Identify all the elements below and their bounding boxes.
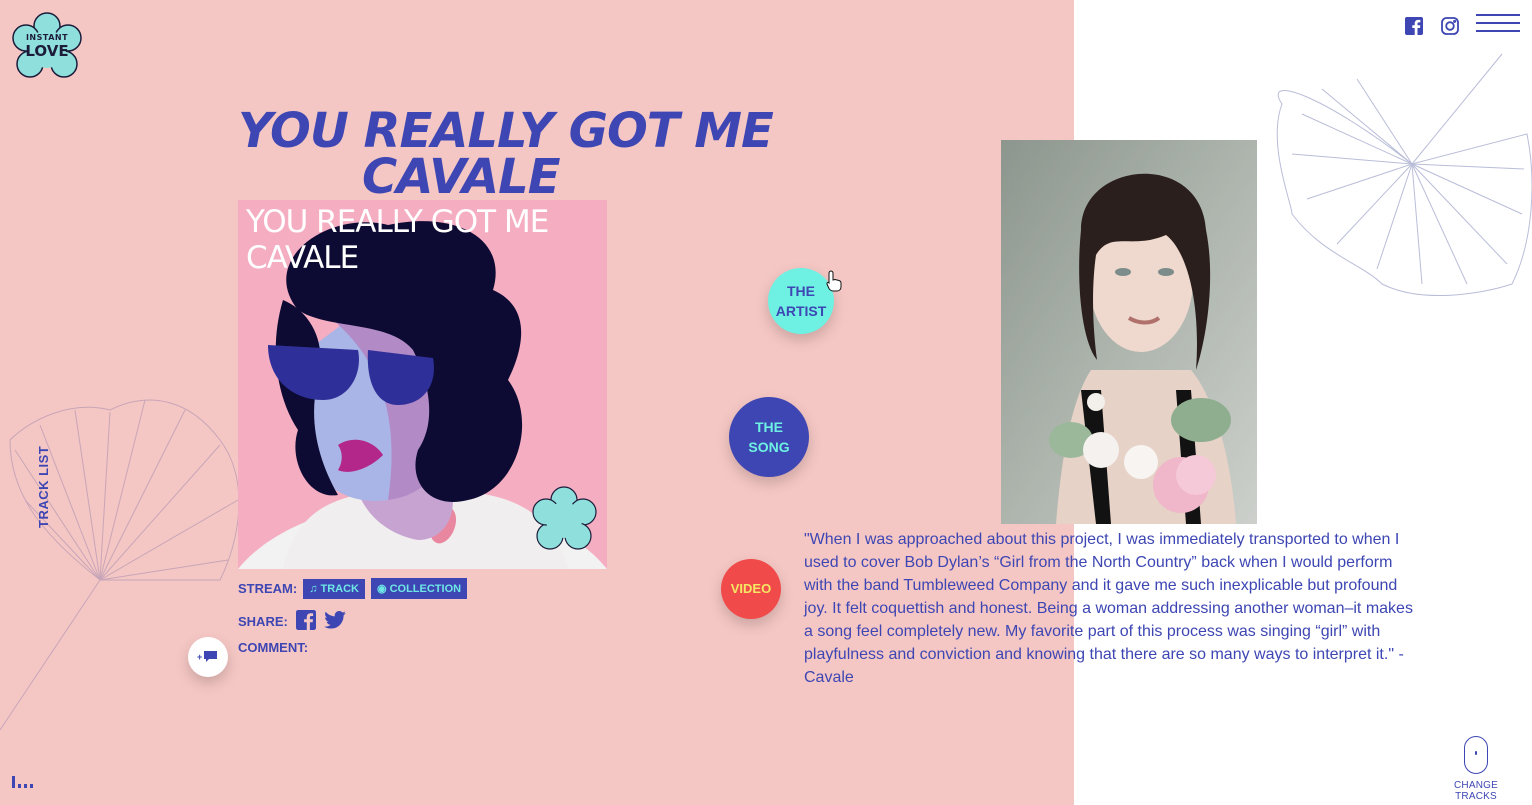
the-artist-line2: ARTIST <box>775 303 827 319</box>
sound-toggle-icon[interactable] <box>12 774 33 788</box>
ginkgo-leaf-icon <box>0 399 240 731</box>
hamburger-menu-icon[interactable] <box>1476 14 1520 36</box>
artist-photo-image <box>1001 140 1257 524</box>
album-cover: YOU REALLY GOT ME CAVALE <box>238 200 607 569</box>
the-song-button[interactable]: THE SONG <box>729 397 809 477</box>
the-artist-line1: THE <box>787 283 815 299</box>
change-tracks-label: CHANGE TRACKS <box>1454 780 1498 802</box>
video-button[interactable]: VIDEO <box>721 559 781 619</box>
comment-label: COMMENT: <box>238 640 309 655</box>
logo-bottom-text: LOVE <box>25 42 69 60</box>
instant-love-logo[interactable]: INSTANT LOVE <box>10 12 84 86</box>
artist-photo <box>1001 140 1257 524</box>
stream-label: STREAM: <box>238 581 298 596</box>
stream-collection-label: COLLECTION <box>389 582 462 595</box>
add-comment-button[interactable]: + <box>188 637 228 677</box>
ginkgo-leaf-icon <box>1276 53 1532 297</box>
share-label: SHARE: <box>238 614 288 629</box>
the-song-line1: THE <box>754 419 783 435</box>
cover-text-line1: YOU REALLY GOT ME <box>246 204 549 240</box>
song-title-artist: CAVALE <box>362 149 561 205</box>
change-tracks-button[interactable]: CHANGE TRACKS <box>1432 736 1520 802</box>
stream-collection-button[interactable]: ◉ COLLECTION <box>370 578 468 599</box>
share-row: SHARE: <box>238 610 346 633</box>
cover-text-line2: CAVALE <box>246 240 359 276</box>
social-links <box>1404 16 1460 36</box>
stream-track-label: TRACK <box>320 582 359 595</box>
video-label: VIDEO <box>730 581 772 596</box>
track-list-link[interactable]: TRACK LIST <box>36 446 51 528</box>
artist-quote: "When I was approached about this projec… <box>804 531 1413 686</box>
share-facebook-icon[interactable] <box>295 610 316 633</box>
mouse-scroll-icon <box>1464 736 1488 774</box>
music-note-icon: ♫ <box>309 582 318 595</box>
share-twitter-icon[interactable] <box>324 611 346 632</box>
the-song-line2: SONG <box>748 439 790 455</box>
svg-text:+: + <box>197 652 202 662</box>
stream-track-button[interactable]: ♫ TRACK <box>303 578 365 599</box>
facebook-icon[interactable] <box>1404 16 1424 36</box>
logo-top-text: INSTANT <box>25 33 69 42</box>
track-list-label[interactable]: TRACK LIST <box>36 446 51 528</box>
comment-row: COMMENT: <box>238 640 308 655</box>
add-comment-icon: + <box>197 651 217 662</box>
the-artist-button[interactable]: THE ARTIST <box>768 268 834 334</box>
disc-icon: ◉ <box>376 583 387 595</box>
hand-cursor-icon <box>826 270 842 292</box>
instagram-icon[interactable] <box>1440 16 1460 36</box>
song-title: YOU REALLY GOT ME CAVALE <box>238 107 838 205</box>
stream-row: STREAM: ♫ TRACK ◉ COLLECTION <box>238 578 468 599</box>
cover-text: YOU REALLY GOT ME CAVALE <box>246 204 549 276</box>
